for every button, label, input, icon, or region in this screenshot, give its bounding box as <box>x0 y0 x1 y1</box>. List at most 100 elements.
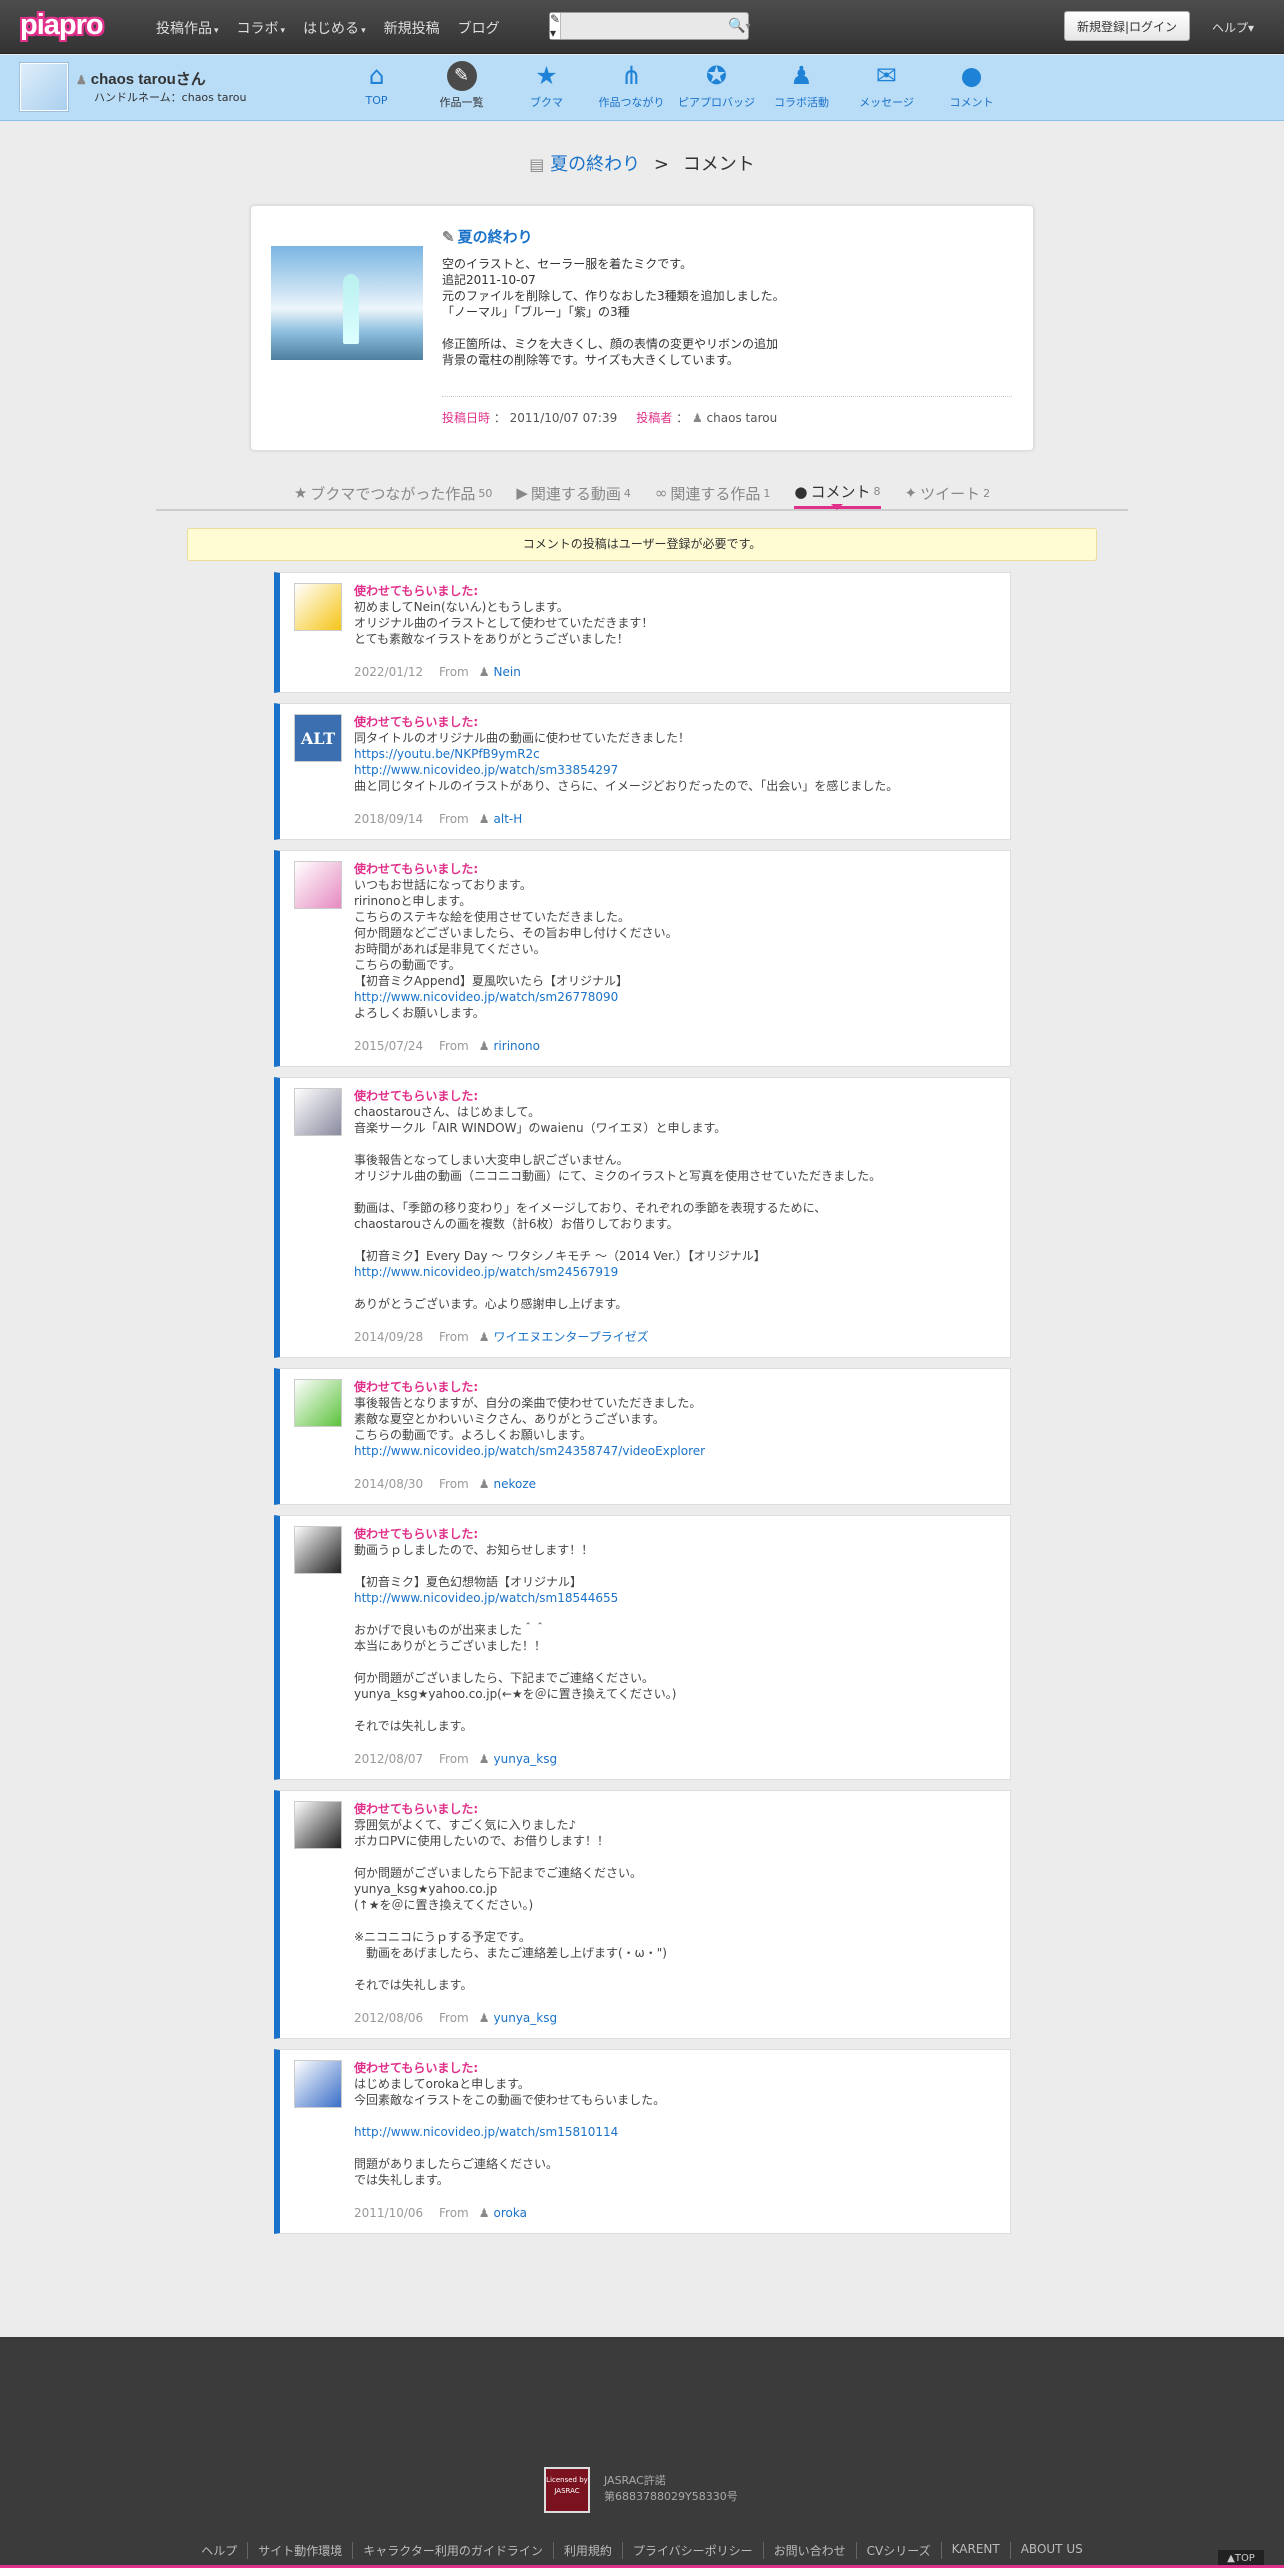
commenter-link[interactable]: ririnono <box>494 1039 540 1053</box>
comment-item: 使わせてもらいました: はじめましてorokaと申します。 今回素敵なイラストをこの… <box>274 2049 1011 2234</box>
user-avatar[interactable] <box>20 63 68 111</box>
user-nav-item[interactable]: ⋔ 作品つながり <box>589 61 674 110</box>
comment-link[interactable]: http://www.nicovideo.jp/watch/sm15810114 <box>354 2124 998 2140</box>
search-input[interactable] <box>561 13 729 39</box>
comment-title: 使わせてもらいました: <box>354 1802 479 1816</box>
comment-link[interactable]: http://www.nicovideo.jp/watch/sm26778090 <box>354 989 998 1005</box>
top-nav-item[interactable]: コラボ ▾ <box>237 18 286 38</box>
user-nav-item[interactable]: ⌂ TOP <box>334 61 419 110</box>
comment-date: 2012/08/07 <box>354 1752 424 1766</box>
top-nav-item[interactable]: 投稿作品 ▾ <box>156 18 219 38</box>
commenter-avatar[interactable] <box>294 1526 342 1574</box>
comment-item: 使わせてもらいました: 初めましてNein(ないん)ともうします。 オリジナル曲のイ… <box>274 572 1011 693</box>
footer-link[interactable]: キャラクター利用のガイドライン <box>353 2542 554 2559</box>
user-nav-item[interactable]: ● コメント <box>929 61 1014 110</box>
commenter-avatar[interactable] <box>294 1088 342 1136</box>
commenter-link[interactable]: yunya_ksg <box>494 1752 558 1766</box>
comment-item: 使わせてもらいました: いつもお世話になっております。 ririnonoと申します。… <box>274 850 1011 1067</box>
footer-link[interactable]: KARENT <box>942 2542 1011 2559</box>
help-menu[interactable]: ヘルプ▾ <box>1212 19 1254 36</box>
comment-link[interactable]: http://www.nicovideo.jp/watch/sm24567919 <box>354 1264 998 1280</box>
comment-icon: ● <box>794 482 808 501</box>
comment-link[interactable]: http://www.nicovideo.jp/watch/sm24358747… <box>354 1443 998 1459</box>
top-nav-item[interactable]: 新規投稿 <box>384 18 440 38</box>
badge-icon: ✪ <box>706 61 727 90</box>
login-notice: コメントの投稿はユーザー登録が必要です。 <box>187 528 1097 561</box>
comment-line: はじめましてorokaと申します。 <box>354 2077 530 2091</box>
pencil-icon: ✎ <box>442 229 455 246</box>
user-nav-item[interactable]: ♟ コラボ活動 <box>759 61 844 110</box>
commenter-avatar[interactable]: ALT <box>294 714 342 762</box>
comment-line: yunya_ksg★yahoo.co.jp(←★を＠に置き換えてください。) <box>354 1687 677 1701</box>
piapro-logo[interactable]: piapro <box>20 9 104 42</box>
commenter-link[interactable]: yunya_ksg <box>494 2011 558 2025</box>
comment-line <box>354 1702 998 1718</box>
footer-link[interactable]: 利用規約 <box>554 2542 623 2559</box>
commenter-avatar[interactable] <box>294 2060 342 2108</box>
description-line <box>442 320 785 336</box>
comment-link[interactable]: http://www.nicovideo.jp/watch/sm33854297 <box>354 762 998 778</box>
comment-date: 2012/08/06 <box>354 2011 424 2025</box>
user-name[interactable]: ♟ chaos tarouさん <box>76 68 206 89</box>
footer-link[interactable]: ヘルプ <box>191 2542 249 2559</box>
login-button[interactable]: 新規登録|ログイン <box>1064 11 1190 41</box>
top-nav-item[interactable]: ブログ <box>458 18 500 38</box>
comment-line <box>354 1654 998 1670</box>
footer-link[interactable]: お問い合わせ <box>764 2542 857 2559</box>
poster-value[interactable]: chaos tarou <box>707 411 778 425</box>
comment-link[interactable]: http://www.nicovideo.jp/watch/sm18544655 <box>354 1590 998 1606</box>
search-type-select[interactable]: ✎ ▾ <box>550 12 562 40</box>
user-nav-item[interactable]: ✎ 作品一覧 <box>419 61 504 110</box>
comment-line: ※ニコニコにうｐする予定です。 <box>354 1930 531 1944</box>
footer-link[interactable]: CVシリーズ <box>857 2542 942 2559</box>
comment-item: 使わせてもらいました: chaostarouさん、はじめまして。 音楽サークル「AI… <box>274 1077 1011 1358</box>
tab-item[interactable]: ✦ ツイート 2 <box>905 477 991 509</box>
chevron-down-icon[interactable]: ▾ <box>746 21 751 32</box>
comment-body: 事後報告となりますが、自分の楽曲で使わせていただきました。 素敵な夏空とかわいいミ… <box>354 1395 998 1459</box>
commenter-link[interactable]: oroka <box>494 2206 527 2220</box>
comment-link[interactable]: https://youtu.be/NKPfB9ymR2c <box>354 746 998 762</box>
comment-footer: 2018/09/14 From ♟ alt-H <box>354 810 998 827</box>
tab-item[interactable]: ● コメント 8 <box>794 477 881 510</box>
tab-item[interactable]: ▶ 関連する動画 4 <box>516 477 631 509</box>
comment-line: 初めましてNein(ないん)ともうします。 <box>354 600 569 614</box>
search-icon[interactable]: 🔍 <box>728 18 745 34</box>
description-line: 修正箇所は、ミクを大きくし、顔の表情の変更やリボンの追加 <box>442 337 779 351</box>
comment-line: 動画うｐしましたので、お知らせします！！ <box>354 1543 594 1557</box>
footer-link[interactable]: プライバシーポリシー <box>623 2542 764 2559</box>
search-box: ✎ ▾ 🔍 ▾ <box>549 12 751 40</box>
description-line: 追記2011-10-07 <box>442 273 536 287</box>
comment-item: ALT 使わせてもらいました: 同タイトルのオリジナル曲の動画に使わせていただきまし… <box>274 703 1011 840</box>
comment-from-label: From <box>439 2206 469 2220</box>
breadcrumb-work-link[interactable]: 夏の終わり <box>550 154 640 175</box>
comment-line: ありがとうございます。心より感謝申し上げます。 <box>354 1297 628 1311</box>
user-nav-item[interactable]: ★ ブクマ <box>504 61 589 110</box>
commenter-link[interactable]: ワイエヌエンタープライゼズ <box>494 1330 649 1344</box>
comment-line: おかげで良いものが出来ました＾＾ <box>354 1623 547 1637</box>
comment-line: 素敵な夏空とかわいいミクさん、ありがとうございます。 <box>354 1412 665 1426</box>
commenter-link[interactable]: alt-H <box>494 812 523 826</box>
comment-body: いつもお世話になっております。 ririnonoと申します。 こちらのステキな絵を使… <box>354 877 998 1021</box>
commenter-avatar[interactable] <box>294 1379 342 1427</box>
commenter-avatar[interactable] <box>294 861 342 909</box>
work-card: ✎ 夏の終わり 空のイラストと、セーラー服を着たミクです。 追記2011-10-07… <box>250 205 1034 451</box>
work-thumbnail[interactable] <box>271 246 423 360</box>
commenter-avatar[interactable] <box>294 1801 342 1849</box>
commenter-link[interactable]: Nein <box>494 665 521 679</box>
user-nav-item[interactable]: ✉ メッセージ <box>844 61 929 110</box>
user-nav: ⌂ TOP ✎ 作品一覧 ★ ブクマ ⋔ 作品つながり ✪ ピアプロバッジ ♟ コラボ活動 ✉ メッセージ… <box>334 61 1014 110</box>
tab-item[interactable]: ★ ブクマでつながった作品 50 <box>294 477 492 509</box>
user-nav-item[interactable]: ✪ ピアプロバッジ <box>674 61 759 110</box>
top-nav-item[interactable]: はじめる ▾ <box>303 18 366 38</box>
footer-link[interactable]: サイト動作環境 <box>248 2542 354 2559</box>
content-tabs: ★ ブクマでつながった作品 50 ▶ 関連する動画 4 ∞ 関連する作品 1 ● コメント 8 ✦ ツイー… <box>156 477 1128 511</box>
comment-footer: 2012/08/06 From ♟ yunya_ksg <box>354 2009 998 2026</box>
footer-link[interactable]: ABOUT US <box>1011 2542 1093 2559</box>
commenter-avatar[interactable] <box>294 583 342 631</box>
comment-line <box>354 1913 998 1929</box>
tab-item[interactable]: ∞ 関連する作品 1 <box>655 477 771 509</box>
work-title[interactable]: ✎ 夏の終わり <box>442 226 533 247</box>
commenter-link[interactable]: nekoze <box>494 1477 537 1491</box>
comment-body: 初めましてNein(ないん)ともうします。 オリジナル曲のイラストとして使わせてい… <box>354 599 998 647</box>
user-icon: ♟ <box>76 73 87 87</box>
